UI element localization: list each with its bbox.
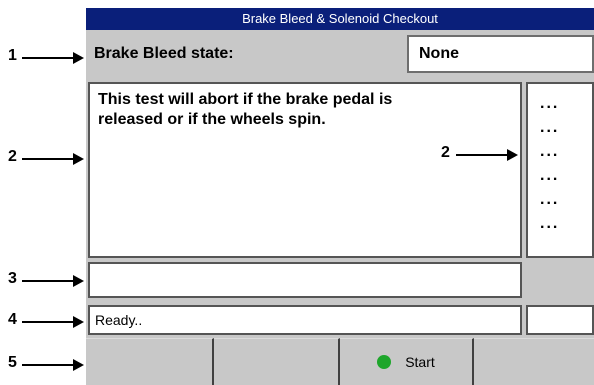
status-bar: Ready.. xyxy=(88,305,522,335)
side-list-item: ... xyxy=(540,167,560,184)
callout-number-2-left: 2 xyxy=(8,148,17,165)
callout-number-4: 4 xyxy=(8,311,17,328)
callout-arrow-5-icon xyxy=(22,359,84,371)
start-button-label: Start xyxy=(405,354,435,370)
function-button-4[interactable] xyxy=(474,338,594,385)
side-list-item: ... xyxy=(540,143,560,160)
callout-number-5: 5 xyxy=(8,354,17,371)
callout-arrow-2-right-icon xyxy=(456,149,518,161)
status-secondary-box xyxy=(526,305,594,335)
data-input-field[interactable] xyxy=(88,262,522,298)
function-button-1[interactable] xyxy=(86,338,214,385)
side-list-item: ... xyxy=(540,215,560,232)
instruction-message-line-1: This test will abort if the brake pedal … xyxy=(98,91,393,108)
instruction-message: This test will abort if the brake pedal … xyxy=(88,82,522,258)
callout-arrow-4-icon xyxy=(22,316,84,328)
side-list-item: ... xyxy=(540,191,560,208)
brake-bleed-state-label: Brake Bleed state: xyxy=(94,45,234,62)
callout-arrow-1-icon xyxy=(22,52,84,64)
side-list-item: ... xyxy=(540,95,560,112)
brake-bleed-state-value: None xyxy=(407,35,594,73)
callout-number-3: 3 xyxy=(8,270,17,287)
start-button[interactable]: Start xyxy=(340,338,474,385)
function-button-2[interactable] xyxy=(214,338,340,385)
green-status-dot-icon xyxy=(377,355,392,369)
callout-number-1: 1 xyxy=(8,47,17,64)
callout-number-2-right: 2 xyxy=(441,144,450,161)
callout-arrow-2-left-icon xyxy=(22,153,84,165)
side-status-list: ... ... ... ... ... ... xyxy=(526,82,594,258)
window-title: Brake Bleed & Solenoid Checkout xyxy=(86,8,594,30)
callout-arrow-3-icon xyxy=(22,275,84,287)
instruction-message-line-2: released or if the wheels spin. xyxy=(98,111,326,128)
side-list-item: ... xyxy=(540,119,560,136)
